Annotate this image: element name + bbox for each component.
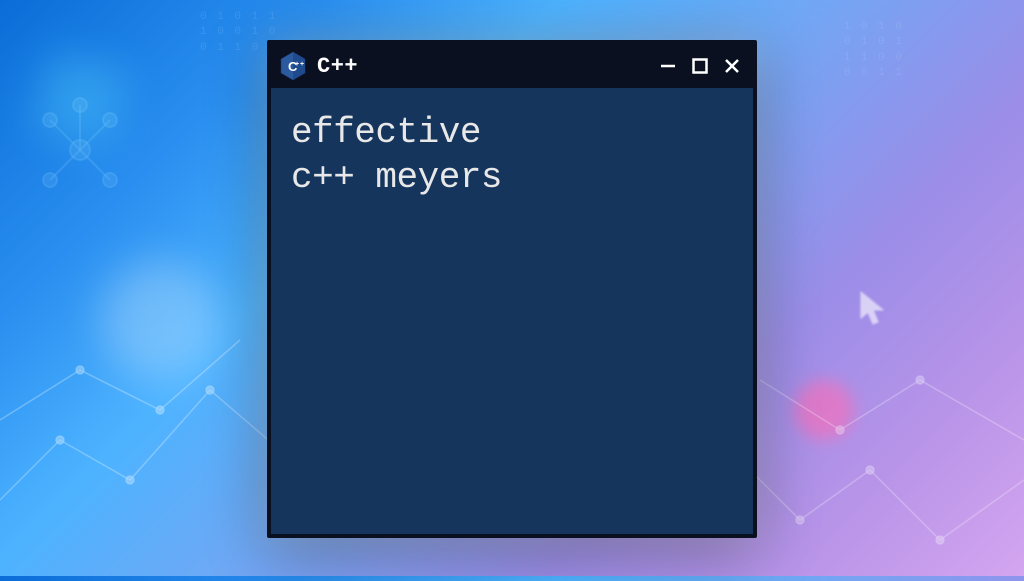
terminal-output: effective c++ meyers <box>291 110 733 200</box>
window-title: C++ <box>317 54 649 79</box>
svg-text:+: + <box>295 61 299 68</box>
bg-glow <box>794 380 854 440</box>
bg-shape <box>31 51 129 149</box>
titlebar[interactable]: C + + C++ <box>271 44 753 88</box>
terminal-line: effective <box>291 112 481 153</box>
close-button[interactable] <box>721 55 743 77</box>
maximize-button[interactable] <box>689 55 711 77</box>
bg-orb <box>100 260 220 380</box>
terminal-body[interactable]: effective c++ meyers <box>271 88 753 534</box>
minimize-button[interactable] <box>657 55 679 77</box>
bg-binary-texture: 0 1 0 1 1 1 0 0 1 0 0 1 1 0 1 <box>200 10 277 56</box>
svg-text:+: + <box>300 61 304 68</box>
window-controls <box>657 55 743 77</box>
bg-binary-texture: 1 0 1 0 0 1 0 1 1 1 0 0 0 0 1 1 <box>844 20 904 82</box>
cpp-hexagon-icon: C + + <box>277 50 309 82</box>
terminal-window: C + + C++ effective c++ meyers <box>267 40 757 538</box>
terminal-line: c++ meyers <box>291 157 502 198</box>
